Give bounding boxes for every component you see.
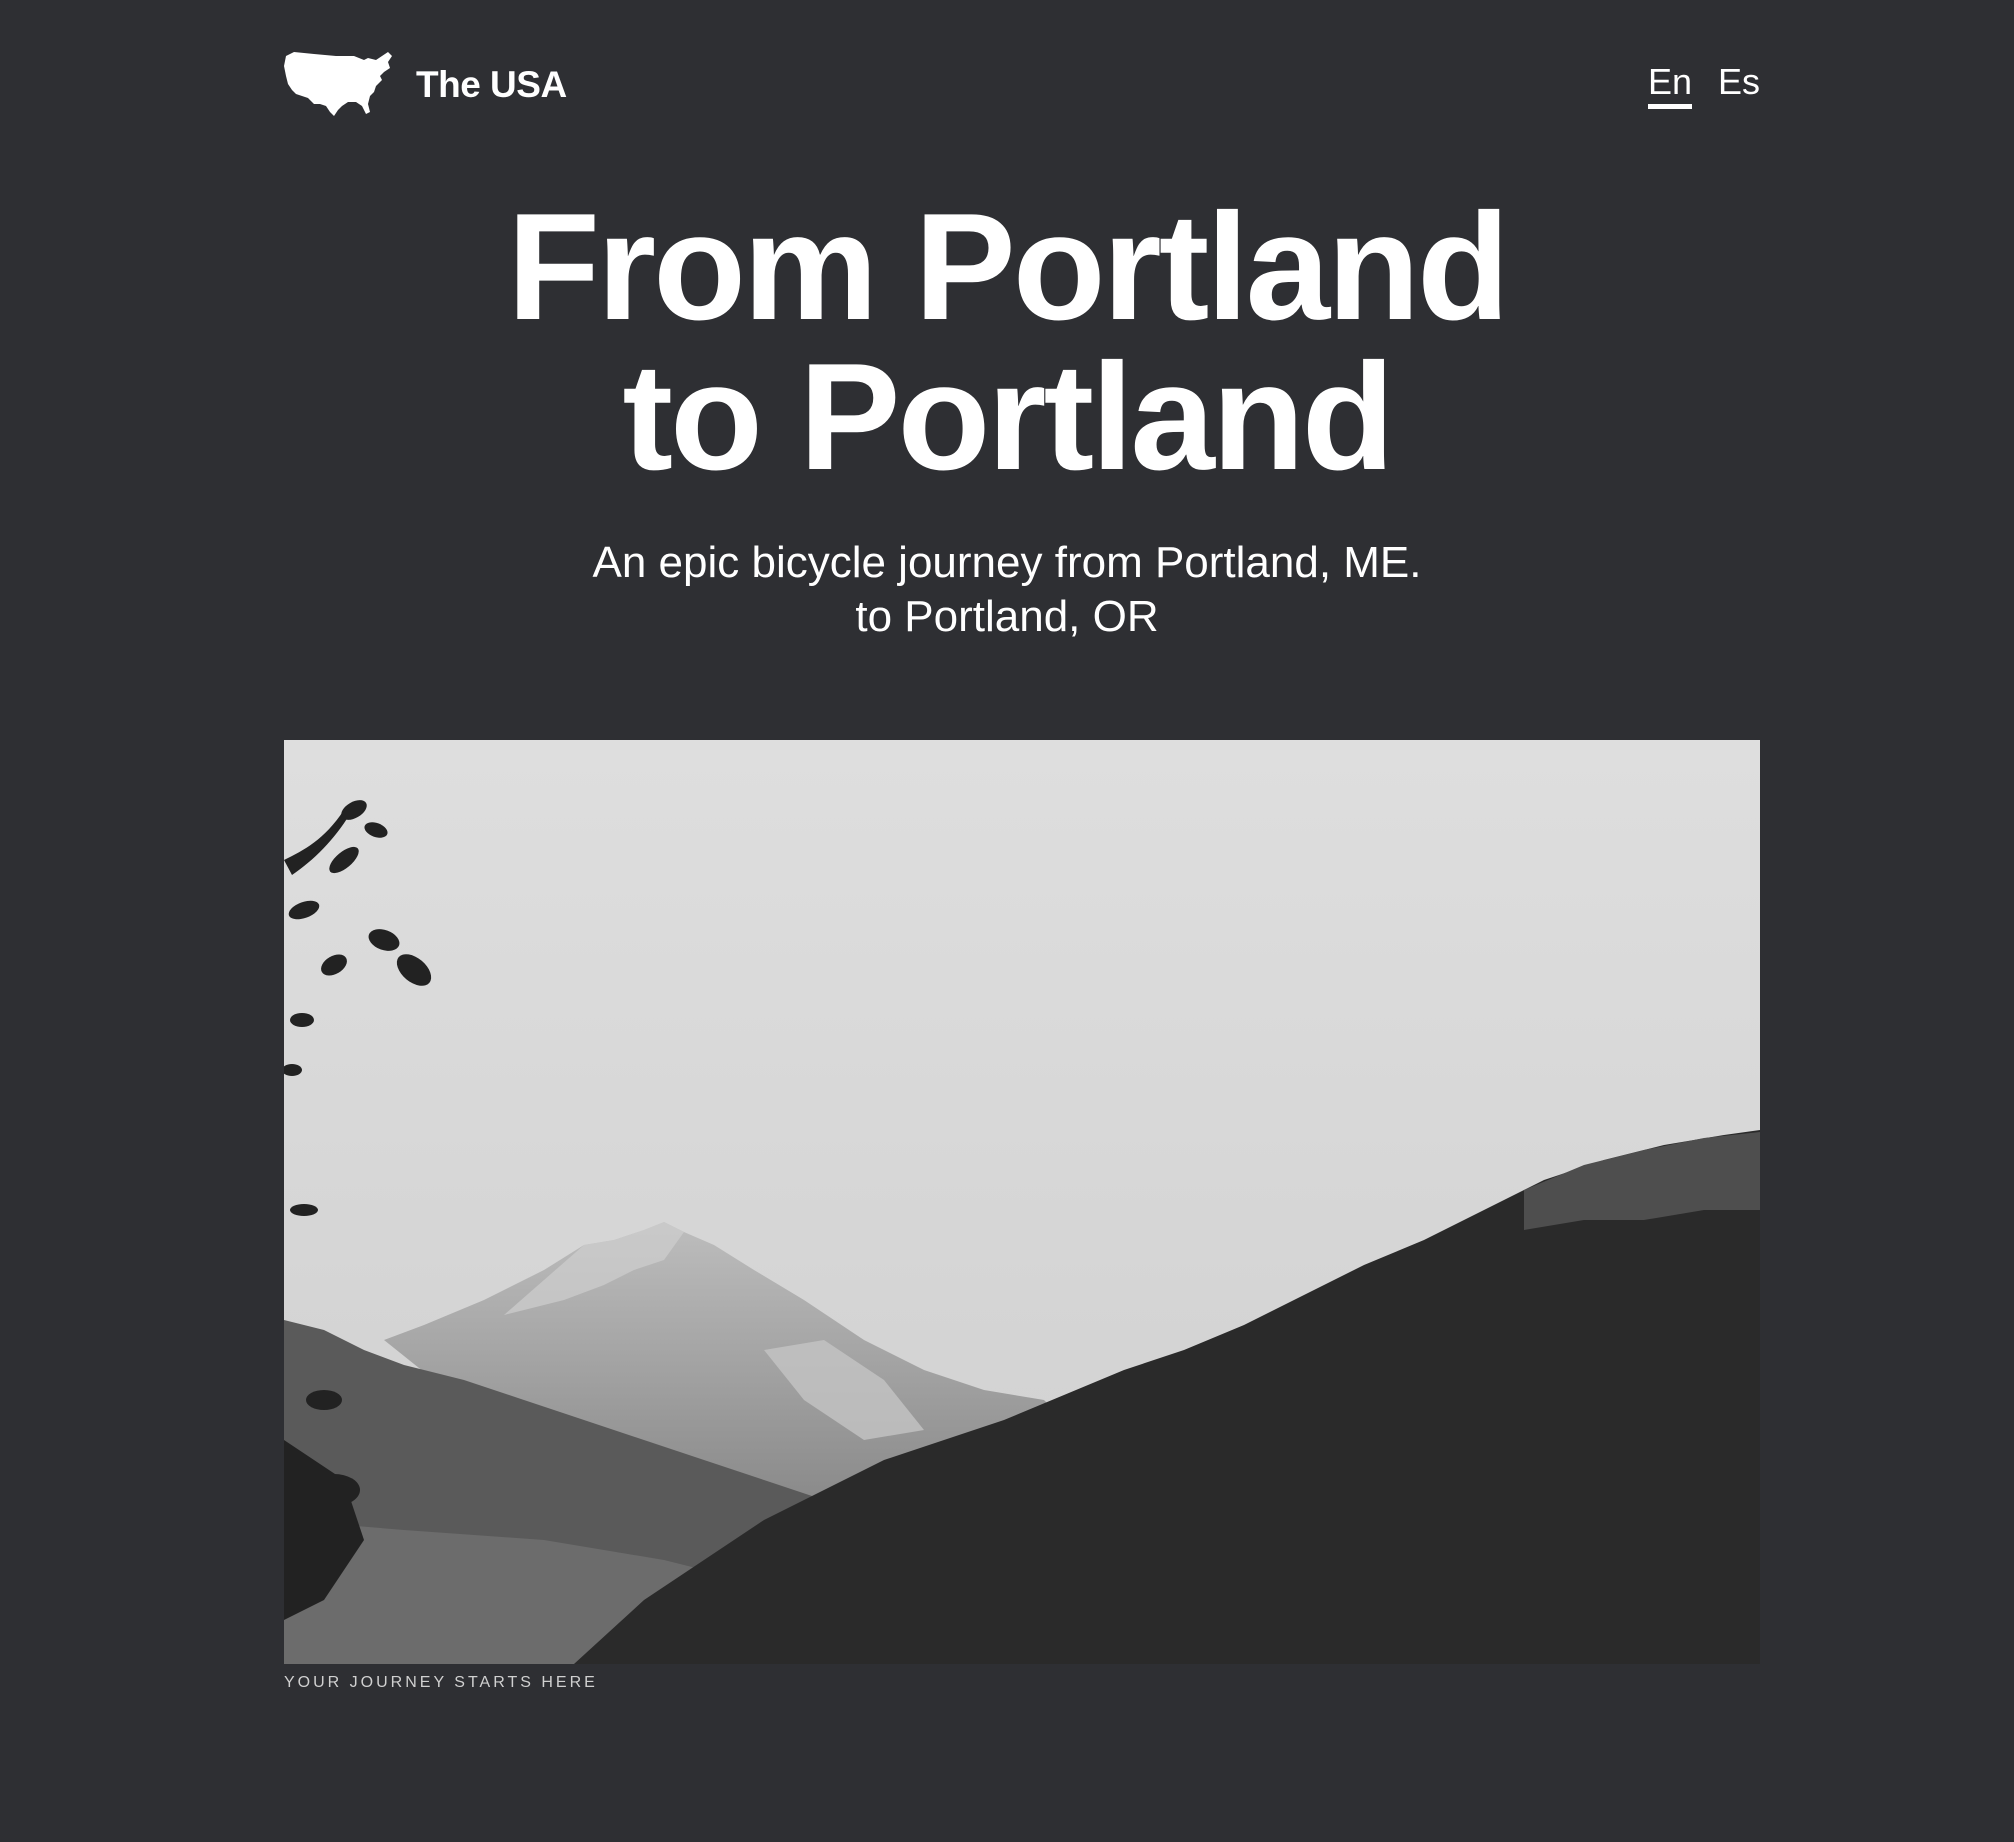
- language-en-link[interactable]: En: [1647, 64, 1692, 109]
- language-switcher: En Es: [1647, 64, 1760, 109]
- language-es-link[interactable]: Es: [1718, 64, 1760, 109]
- photo-caption: YOUR JOURNEY STARTS HERE: [284, 1674, 598, 1691]
- hero-title: From Portland to Portland: [0, 191, 2014, 493]
- hero-title-line-2: to Portland: [622, 332, 1394, 502]
- hero-subtitle-line-1: An epic bicycle journey from Portland, M…: [592, 538, 1422, 587]
- usa-map-icon: [284, 52, 392, 116]
- home-logo-link[interactable]: The USA: [284, 50, 567, 118]
- hero-subtitle-line-2: to Portland, OR: [855, 592, 1159, 641]
- site-title: The USA: [416, 63, 567, 105]
- mountain-landscape-image: [284, 740, 1760, 1664]
- hero-subtitle: An epic bicycle journey from Portland, M…: [0, 536, 2014, 644]
- hero-photo: [284, 740, 1760, 1664]
- site-header: The USA En Es: [284, 50, 1760, 120]
- hero-title-line-1: From Portland: [507, 182, 1510, 352]
